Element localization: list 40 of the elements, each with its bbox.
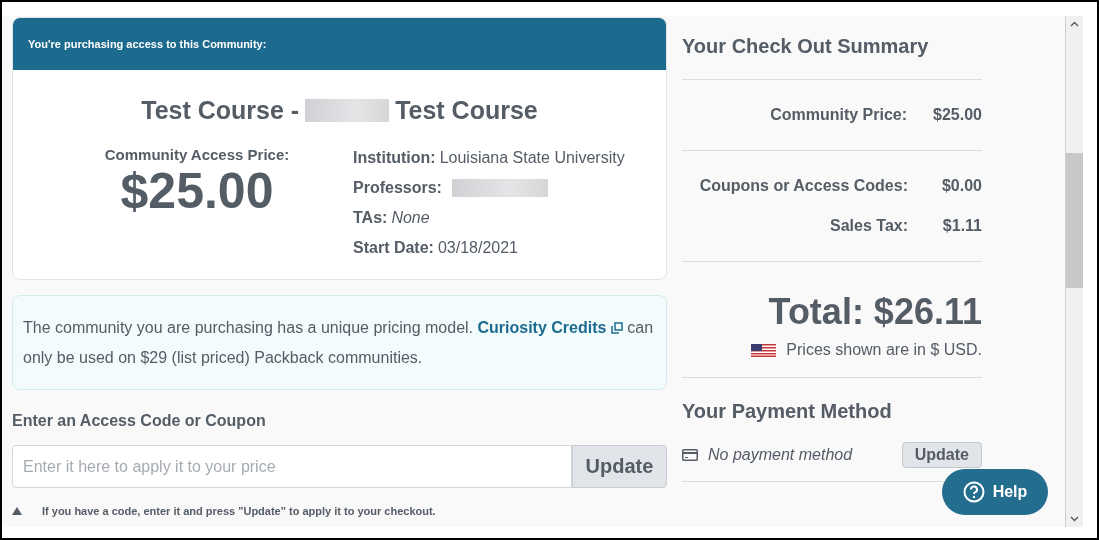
price-label: Community Access Price:: [103, 146, 291, 163]
triangle-icon: [12, 507, 22, 515]
payment-method-text: No payment method: [708, 446, 854, 464]
scroll-down-icon[interactable]: [1070, 516, 1079, 522]
help-button[interactable]: Help: [942, 469, 1048, 515]
summary-value: $25.00: [933, 106, 982, 124]
summary-label: Coupons or Access Codes:: [699, 177, 908, 195]
detail-label: Institution:: [353, 149, 436, 167]
scroll-up-icon[interactable]: [1070, 21, 1079, 27]
detail-label: Professors:: [353, 179, 442, 197]
external-link-icon: [610, 322, 623, 334]
payment-title: Your Payment Method: [682, 400, 893, 423]
scrollbar-thumb[interactable]: [1066, 153, 1083, 288]
summary-value: $0.00: [940, 177, 982, 195]
credit-card-icon: [682, 449, 698, 461]
currency-note: Prices shown are in $ USD.: [786, 341, 982, 359]
detail-label: TAs:: [353, 209, 388, 227]
total-amount: Total: $26.11: [767, 290, 982, 334]
header-text: You're purchasing access to this Community:: [28, 38, 267, 50]
course-title: Test Course: [395, 96, 538, 125]
scrollbar[interactable]: [1065, 16, 1083, 527]
summary-value: $1.11: [941, 217, 982, 235]
price: $25.00: [119, 163, 275, 219]
detail-label: Start Date:: [353, 239, 434, 257]
coupon-hint: If you have a code, enter it and press "Update" to apply it to your checkout.: [42, 505, 436, 517]
flag-icon: [751, 343, 777, 357]
summary-label: Sales Tax:: [830, 217, 908, 235]
coupon-label: Enter an Access Code or Coupon: [12, 412, 267, 430]
detail-value: None: [391, 209, 430, 227]
coupon-field[interactable]: Enter it here to apply it to your price: [12, 445, 572, 488]
update-button[interactable]: Update: [572, 445, 667, 488]
update-button[interactable]: Update: [901, 442, 982, 468]
detail-value: Louisiana State University: [439, 149, 625, 167]
course-title: Test Course -: [141, 96, 300, 125]
curiosity-credits-link[interactable]: Curiosity Credits: [477, 319, 623, 336]
question-icon: [962, 481, 985, 503]
detail-value: 03/18/2021: [437, 239, 518, 257]
summary-label: Community Price:: [770, 106, 908, 124]
notice-text: The community you are purchasing has a unique pricing model. Curiosity Credits can only be used on $29 (list priced) Packback communities.: [23, 318, 655, 368]
summary-title: Your Check Out Summary: [682, 16, 982, 80]
